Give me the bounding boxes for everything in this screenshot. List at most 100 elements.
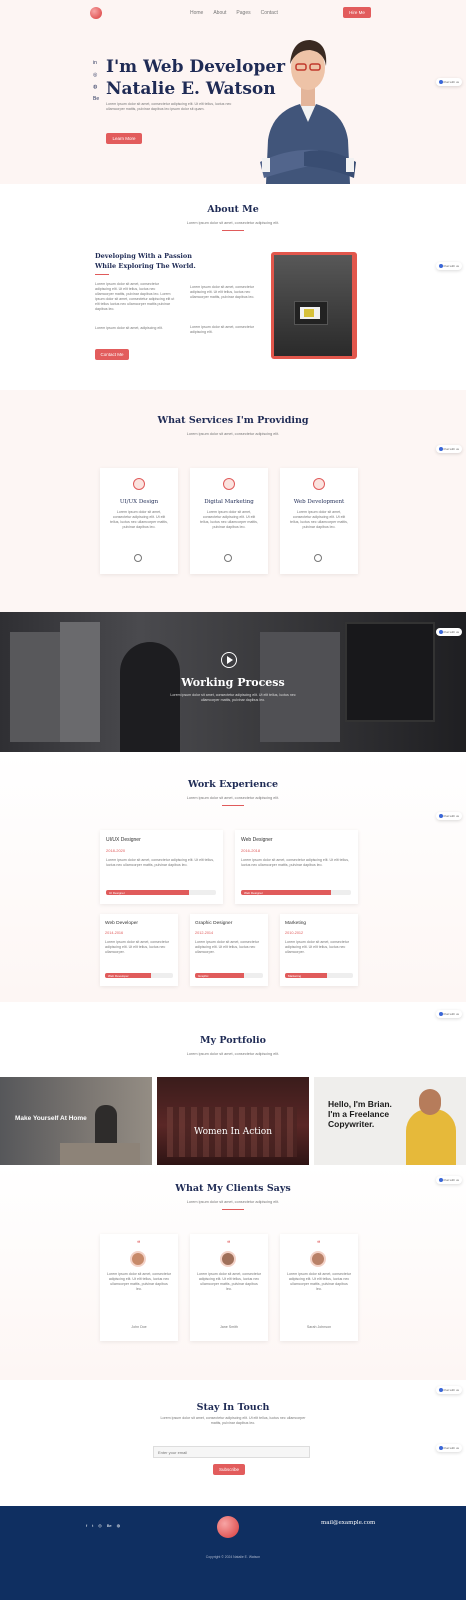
services-subtitle: Lorem ipsum dolor sit amet, consectetur … [186, 432, 280, 436]
hero-learn-more-button[interactable]: Learn More [106, 133, 142, 144]
arrow-icon[interactable] [224, 554, 232, 562]
service-card-webdev[interactable]: Web Development Lorem ipsum dolor sit am… [280, 468, 358, 574]
marketing-icon [223, 478, 235, 490]
services-title: What Services I'm Providing [157, 415, 309, 426]
email-input[interactable] [153, 1446, 310, 1458]
nav-contact[interactable]: Contact [261, 10, 278, 16]
client-name: Sarah Johnson [306, 1325, 332, 1329]
subscribe-button[interactable]: Subscribe [213, 1464, 245, 1475]
client-avatar [130, 1251, 146, 1267]
experience-text: Lorem ipsum dolor sit amet, consectetur … [285, 940, 349, 954]
twitter-icon[interactable]: t [92, 1523, 93, 1528]
about-heading-line2: While Exploring The World. [95, 262, 196, 270]
main-nav: Home About Pages Contact [190, 10, 288, 16]
service-text: Lorem ipsum dolor sit amet, consectetur … [200, 510, 258, 529]
experience-role: Marketing [285, 921, 307, 926]
experience-progress-fill: Web Developer [105, 973, 152, 978]
experience-card-marketing: Marketing 2010-2012 Lorem ipsum dolor si… [280, 914, 358, 986]
about-para-3: Lorem ipsum dolor sit amet, consectetur … [190, 285, 255, 299]
quote-icon: ❝ [317, 1241, 321, 1247]
experience-progress: Marketing [285, 973, 353, 978]
experience-card-web: Web Designer 2016-2018 Lorem ipsum dolor… [235, 830, 358, 904]
about-contact-button[interactable]: Contact Me [95, 349, 129, 360]
nav-home[interactable]: Home [190, 10, 203, 16]
hire-me-button[interactable]: Hire Me [343, 7, 371, 18]
about-image [271, 252, 357, 359]
portfolio-item-copywriter[interactable]: Hello, I'm Brian. I'm a Freelance Copywr… [314, 1077, 466, 1165]
service-name: Digital Marketing [204, 499, 254, 505]
service-name: UI/UX Design [119, 499, 159, 505]
facebook-icon[interactable]: f [86, 1523, 87, 1528]
arrow-icon[interactable] [314, 554, 322, 562]
client-name: John Doe [131, 1325, 147, 1329]
portfolio-title: My Portfolio [200, 1035, 266, 1046]
design-icon [133, 478, 145, 490]
hero-title-line2: Natalie E. Watson [106, 79, 276, 99]
nav-pages[interactable]: Pages [236, 10, 250, 16]
testimonial-text: Lorem ipsum dolor sit amet, consectetur … [287, 1272, 351, 1291]
code-icon [313, 478, 325, 490]
about-title: About Me [207, 204, 259, 215]
chat-widget-9[interactable]: Chat with us [436, 1444, 462, 1452]
experience-text: Lorem ipsum dolor sit amet, consectetur … [195, 940, 259, 954]
linkedin-icon[interactable]: in [93, 57, 99, 69]
portfolio-item-women[interactable]: Women In Action [157, 1077, 309, 1165]
experience-progress: Web Designer [241, 890, 351, 895]
hero-social-list: in ◎ ◍ Be [93, 57, 99, 105]
about-heading-line1: Developing With a Passion [95, 252, 192, 260]
experience-years: 2010-2012 [285, 931, 304, 935]
about-subtitle: Lorem ipsum dolor sit amet, consectetur … [186, 221, 280, 225]
experience-card-dev: Web Developer 2014-2016 Lorem ipsum dolo… [100, 914, 178, 986]
experience-progress: Web Developer [105, 973, 173, 978]
chat-widget-6[interactable]: Chat with us [436, 1010, 462, 1018]
experience-subtitle: Lorem ipsum dolor sit amet, consectetur … [186, 796, 280, 800]
hero-text: Lorem ipsum dolor sit amet, consectetur … [106, 102, 232, 111]
logo[interactable] [90, 7, 102, 19]
testimonial-card-3: ❝ Lorem ipsum dolor sit amet, consectetu… [280, 1234, 358, 1341]
footer-social-list: f t ◎ Be ◍ [86, 1523, 120, 1528]
instagram-icon[interactable]: ◎ [93, 69, 99, 81]
testimonials-divider [222, 1209, 244, 1210]
dribbble-icon[interactable]: ◍ [117, 1523, 121, 1528]
chat-widget-2[interactable]: Chat with us [436, 262, 462, 270]
footer-email[interactable]: mail@example.com [321, 1520, 375, 1526]
experience-text: Lorem ipsum dolor sit amet, consectetur … [105, 940, 169, 954]
chat-widget-7[interactable]: Chat with us [436, 1176, 462, 1184]
experience-years: 2016-2018 [241, 848, 261, 853]
service-card-marketing[interactable]: Digital Marketing Lorem ipsum dolor sit … [190, 468, 268, 574]
about-para-4: Lorem ipsum dolor sit amet, consectetur … [190, 325, 254, 334]
arrow-icon[interactable] [134, 554, 142, 562]
quote-icon: ❝ [227, 1241, 231, 1247]
process-text: Lorem ipsum dolor sit amet, consectetur … [170, 693, 296, 702]
client-name: Jane Smith [220, 1325, 238, 1329]
chat-widget-8[interactable]: Chat with us [436, 1386, 462, 1394]
chat-widget-3[interactable]: Chat with us [436, 445, 462, 453]
chat-widget-1[interactable]: Chat with us [436, 78, 462, 86]
footer-copyright: Copyright © 2024 Natalie E. Watson [205, 1555, 261, 1559]
experience-progress-fill: Marketing [285, 973, 328, 978]
play-icon[interactable] [221, 652, 237, 668]
experience-title: Work Experience [187, 779, 279, 790]
nav-about[interactable]: About [213, 10, 226, 16]
experience-progress-fill: UI Designer [106, 890, 189, 895]
behance-icon[interactable]: Be [107, 1523, 112, 1528]
chat-widget-4[interactable]: Chat with us [436, 628, 462, 636]
service-card-uiux[interactable]: UI/UX Design Lorem ipsum dolor sit amet,… [100, 468, 178, 574]
testimonial-card-2: ❝ Lorem ipsum dolor sit amet, consectetu… [190, 1234, 268, 1341]
testimonial-card-1: ❝ Lorem ipsum dolor sit amet, consectetu… [100, 1234, 178, 1341]
experience-card-graphic: Graphic Designer 2012-2014 Lorem ipsum d… [190, 914, 268, 986]
chat-widget-5[interactable]: Chat with us [436, 812, 462, 820]
portfolio-caption: Women In Action [193, 1127, 273, 1137]
experience-role: Web Designer [241, 837, 273, 843]
footer-logo[interactable] [217, 1516, 239, 1538]
quote-icon: ❝ [137, 1241, 141, 1247]
experience-years: 2012-2014 [195, 931, 214, 935]
behance-icon[interactable]: Be [93, 93, 99, 105]
instagram-icon[interactable]: ◎ [98, 1523, 102, 1528]
service-text: Lorem ipsum dolor sit amet, consectetur … [290, 510, 348, 529]
service-text: Lorem ipsum dolor sit amet, consectetur … [110, 510, 168, 529]
portfolio-item-home[interactable]: Make Yourself At Home [0, 1077, 152, 1165]
dribbble-icon[interactable]: ◍ [93, 81, 99, 93]
experience-progress: UI Designer [106, 890, 216, 895]
experience-years: 2018-2020 [106, 848, 126, 853]
